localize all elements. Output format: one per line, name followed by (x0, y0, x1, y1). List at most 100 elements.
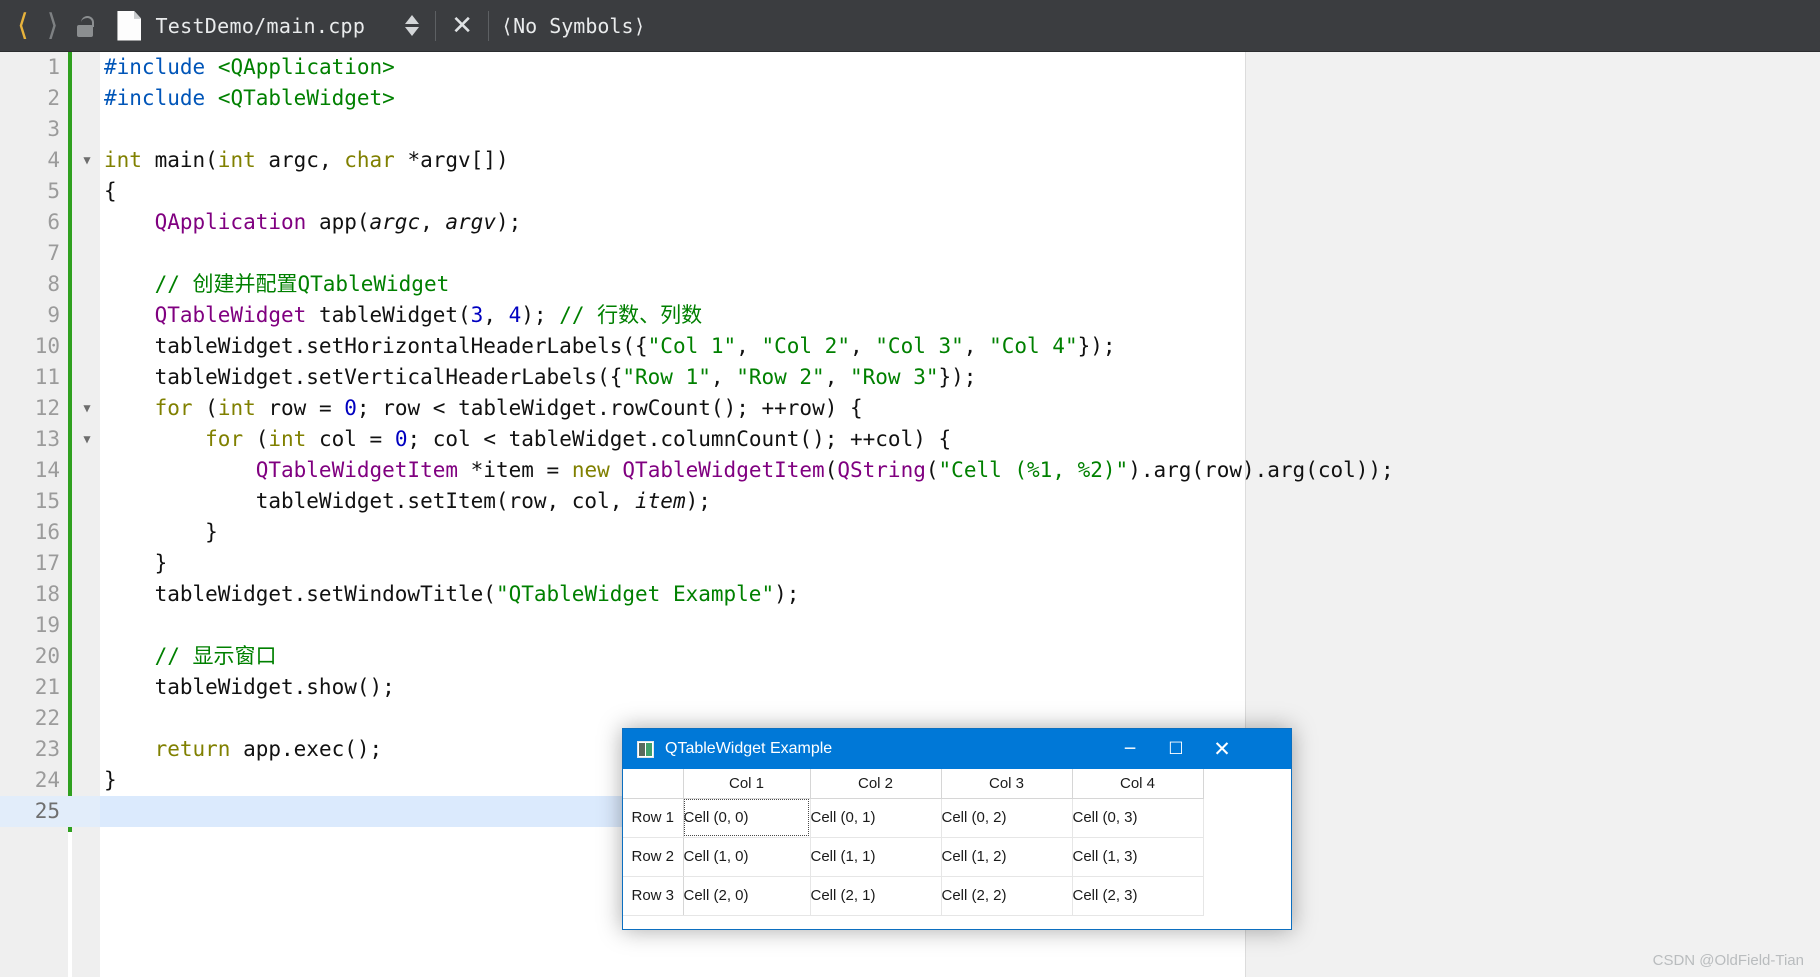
line-number: 9 (47, 303, 60, 327)
table-cell[interactable]: Cell (2, 0) (683, 876, 811, 916)
code-text: QTableWidgetItem *item = new QTableWidge… (255, 458, 1394, 482)
code-line[interactable]: 17 } (0, 548, 1820, 579)
code-line[interactable]: 13 ▼ for (int col = 0; col < tableWidget.… (0, 424, 1820, 455)
toolbar-divider-1 (435, 10, 437, 41)
table-cell[interactable]: Cell (1, 2) (941, 837, 1073, 877)
line-number: 18 (34, 582, 60, 606)
table-cell[interactable]: Cell (2, 1) (810, 876, 942, 916)
column-header-4[interactable]: Col 4 (1072, 769, 1204, 799)
table-grid[interactable]: Col 1 Col 2 Col 3 Col 4 Row 1 Cell (0, 0) Cell… (623, 769, 1204, 916)
line-number: 12 (34, 396, 60, 420)
chevron-right-icon[interactable]: ⟩ (38, 10, 68, 41)
line-number: 10 (34, 334, 60, 358)
window-titlebar[interactable]: QTableWidget Example ─ ☐ ✕ (623, 729, 1291, 769)
code-line[interactable]: 11 tableWidget.setVerticalHeaderLabels({… (0, 362, 1820, 393)
code-line[interactable]: 10 tableWidget.setHorizontalHeaderLabels… (0, 331, 1820, 362)
qt-app-icon (637, 740, 654, 758)
table-corner-button[interactable] (623, 769, 684, 799)
open-file-path[interactable]: TestDemo/main.cpp (155, 14, 365, 38)
code-line[interactable]: 15 tableWidget.setItem(row, col, item); (0, 486, 1820, 517)
line-number: 7 (47, 241, 60, 265)
code-text: tableWidget.setItem(row, col, item); (104, 489, 711, 513)
code-text: int main(int argc, char *argv[]) (104, 148, 509, 172)
table-cell[interactable]: Cell (1, 0) (683, 837, 811, 877)
code-line[interactable]: 9 QTableWidget tableWidget(3, 4); // 行数、… (0, 300, 1820, 331)
code-line[interactable]: 2 #include <QTableWidget> (0, 83, 1820, 114)
table-cell[interactable]: Cell (0, 0) (683, 798, 811, 838)
code-text: QTableWidget tableWidget(3, 4); // 行数、列数 (154, 303, 703, 327)
line-number: 1 (47, 55, 60, 79)
table-cell[interactable]: Cell (0, 3) (1072, 798, 1204, 838)
code-text: } (104, 551, 168, 575)
code-line[interactable]: 16 } (0, 517, 1820, 548)
table-cell[interactable]: Cell (1, 1) (810, 837, 942, 877)
code-line[interactable]: 4 ▼ int main(int argc, char *argv[]) (0, 145, 1820, 176)
updown-stepper-icon[interactable] (401, 9, 423, 43)
code-text: // 显示窗口 (154, 644, 277, 668)
close-document-button[interactable]: ✕ (448, 13, 476, 39)
table-cell[interactable]: Cell (1, 3) (1072, 837, 1204, 877)
code-line[interactable]: 8 // 创建并配置QTableWidget (0, 269, 1820, 300)
table-row[interactable]: Row 1 Cell (0, 0) Cell (0, 1) Cell (0, 2) Ce… (623, 798, 1204, 838)
code-line[interactable]: 12 ▼ for (int row = 0; row < tableWidget.… (0, 393, 1820, 424)
code-line[interactable]: 19 (0, 610, 1820, 641)
column-header-3[interactable]: Col 3 (941, 769, 1073, 799)
line-number: 20 (34, 644, 60, 668)
code-text: } (104, 768, 117, 792)
table-cell[interactable]: Cell (0, 1) (810, 798, 942, 838)
editor-toolbar: ⟨ ⟩ TestDemo/main.cpp ✕ ⟨No Symbols⟩ (0, 0, 1820, 52)
maximize-button[interactable]: ☐ (1153, 729, 1199, 769)
toolbar-divider-2 (488, 10, 490, 41)
code-text: } (104, 520, 218, 544)
line-number: 6 (47, 210, 60, 234)
line-number: 22 (34, 706, 60, 730)
fold-toggle-icon[interactable]: ▼ (76, 393, 98, 424)
code-text: tableWidget.setVerticalHeaderLabels({"Ro… (104, 365, 977, 389)
table-row[interactable]: Row 3 Cell (2, 0) Cell (2, 1) Cell (2, 2) Ce… (623, 876, 1204, 916)
table-row[interactable]: Row 2 Cell (1, 0) Cell (1, 1) Cell (1, 2) Ce… (623, 837, 1204, 877)
code-text: // 创建并配置QTableWidget (154, 272, 450, 296)
qtablewidget-example-window[interactable]: QTableWidget Example ─ ☐ ✕ Col 1 Col 2 Col… (622, 728, 1292, 930)
code-text: { (104, 179, 117, 203)
csdn-watermark: CSDN @OldField-Tian (1652, 952, 1804, 969)
code-text: return app.exec(); (154, 737, 383, 761)
unlocked-padlock-icon[interactable] (73, 13, 99, 39)
code-line[interactable]: 7 (0, 238, 1820, 269)
fold-toggle-icon[interactable]: ▼ (76, 424, 98, 455)
code-text: tableWidget.setWindowTitle("QTableWidget… (104, 582, 800, 606)
minimize-button[interactable]: ─ (1107, 729, 1153, 769)
symbol-selector[interactable]: ⟨No Symbols⟩ (501, 14, 646, 38)
column-header-1[interactable]: Col 1 (683, 769, 811, 799)
code-line[interactable]: 21 tableWidget.show(); (0, 672, 1820, 703)
line-number: 5 (47, 179, 60, 203)
code-text: for (int row = 0; row < tableWidget.rowC… (154, 396, 863, 420)
code-line[interactable]: 5{ (0, 176, 1820, 207)
line-number: 23 (34, 737, 60, 761)
code-line[interactable]: 6 QApplication app(argc, argv); (0, 207, 1820, 238)
code-line[interactable]: 14 QTableWidgetItem *item = new QTableWi… (0, 455, 1820, 486)
line-number: 25 (34, 799, 60, 823)
code-text: tableWidget.show(); (104, 675, 395, 699)
table-widget[interactable]: Col 1 Col 2 Col 3 Col 4 Row 1 Cell (0, 0) Cell… (623, 769, 1291, 929)
code-line[interactable]: 3 (0, 114, 1820, 145)
fold-toggle-icon[interactable]: ▼ (76, 145, 98, 176)
line-number: 16 (34, 520, 60, 544)
table-cell[interactable]: Cell (2, 3) (1072, 876, 1204, 916)
code-line[interactable]: 18 tableWidget.setWindowTitle("QTableWid… (0, 579, 1820, 610)
row-header-1[interactable]: Row 1 (623, 798, 684, 838)
line-number: 17 (34, 551, 60, 575)
code-text: for (int col = 0; col < tableWidget.colu… (205, 427, 952, 451)
code-line[interactable]: 20 // 显示窗口 (0, 641, 1820, 672)
row-header-3[interactable]: Row 3 (623, 876, 684, 916)
close-window-button[interactable]: ✕ (1199, 729, 1245, 769)
chevron-left-icon[interactable]: ⟨ (8, 10, 38, 41)
line-number: 3 (47, 117, 60, 141)
row-header-2[interactable]: Row 2 (623, 837, 684, 877)
table-cell[interactable]: Cell (2, 2) (941, 876, 1073, 916)
code-line[interactable]: 1 #include <QApplication> (0, 52, 1820, 83)
column-header-2[interactable]: Col 2 (810, 769, 942, 799)
code-text: #include <QTableWidget> (104, 86, 395, 110)
table-cell[interactable]: Cell (0, 2) (941, 798, 1073, 838)
code-text: #include <QApplication> (104, 55, 395, 79)
code-text: QApplication app(argc, argv); (154, 210, 522, 234)
